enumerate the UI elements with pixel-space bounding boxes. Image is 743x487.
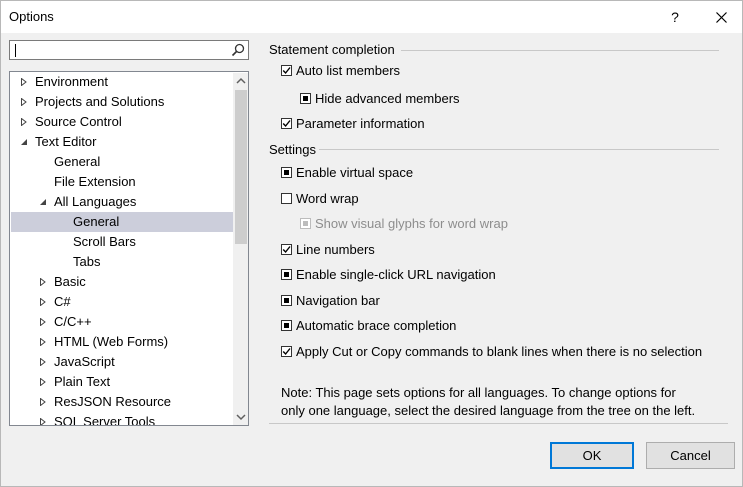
- title-bar: Options ?: [1, 1, 742, 33]
- tree-item-label: All Languages: [54, 194, 137, 209]
- expand-arrow-icon[interactable]: [39, 278, 47, 286]
- scrollbar-thumb[interactable]: [235, 90, 247, 244]
- tree-item-label: SQL Server Tools: [54, 414, 156, 426]
- enable-virtual-space-label: Enable virtual space: [296, 165, 414, 180]
- statement-completion-heading: Statement completion: [269, 42, 395, 57]
- show-visual-glyphs-label: Show visual glyphs for word wrap: [315, 216, 508, 231]
- expand-arrow-icon[interactable]: [39, 298, 47, 306]
- help-icon: ?: [671, 9, 679, 25]
- tree-item-javascript[interactable]: JavaScript: [11, 352, 233, 372]
- options-tree[interactable]: Environment Projects and Solutions Sourc…: [9, 71, 249, 426]
- tree-item-label: General: [54, 154, 101, 169]
- checkmark-icon[interactable]: [281, 118, 292, 129]
- indeterminate-checkbox-icon[interactable]: [281, 295, 292, 306]
- tree-item-all-languages[interactable]: All Languages: [11, 192, 233, 212]
- tree-item-source-control[interactable]: Source Control: [11, 112, 233, 132]
- tree-item-cpp[interactable]: C/C++: [11, 312, 233, 332]
- line-numbers-label: Line numbers: [296, 242, 375, 257]
- collapse-arrow-icon[interactable]: [20, 138, 28, 146]
- checkmark-icon[interactable]: [281, 346, 292, 357]
- help-button[interactable]: ?: [655, 1, 695, 33]
- tree-item-label: Basic: [54, 274, 86, 289]
- cancel-button[interactable]: Cancel: [646, 442, 735, 469]
- auto-list-members-label: Auto list members: [296, 63, 401, 78]
- parameter-information-label: Parameter information: [296, 116, 425, 131]
- tree-item-label: Environment: [35, 74, 108, 89]
- tree-item-all-languages-general[interactable]: General: [11, 212, 233, 232]
- divider: [269, 423, 728, 424]
- collapse-arrow-icon[interactable]: [39, 198, 47, 206]
- ok-button[interactable]: OK: [550, 442, 634, 469]
- text-caret: [15, 44, 16, 57]
- automatic-brace-label: Automatic brace completion: [296, 318, 457, 333]
- expand-arrow-icon[interactable]: [20, 118, 28, 126]
- single-click-url-label: Enable single-click URL navigation: [296, 267, 496, 282]
- tree-item-label: C/C++: [54, 314, 92, 329]
- hide-advanced-members-label: Hide advanced members: [315, 91, 460, 106]
- indeterminate-checkbox-icon[interactable]: [281, 167, 292, 178]
- tree-item-label: HTML (Web Forms): [54, 334, 169, 349]
- note-text: Note: This page sets options for all lan…: [281, 384, 721, 420]
- tree-item-general[interactable]: General: [11, 152, 233, 172]
- indeterminate-checkbox-icon[interactable]: [281, 269, 292, 280]
- expand-arrow-icon[interactable]: [39, 318, 47, 326]
- tree-item-label: Source Control: [35, 114, 122, 129]
- search-input[interactable]: [9, 40, 249, 60]
- scroll-up-icon[interactable]: [236, 76, 246, 86]
- expand-arrow-icon[interactable]: [20, 98, 28, 106]
- tree-item-plain-text[interactable]: Plain Text: [11, 372, 233, 392]
- tree-item-html-web-forms[interactable]: HTML (Web Forms): [11, 332, 233, 352]
- tree-item-text-editor[interactable]: Text Editor: [11, 132, 233, 152]
- search-icon[interactable]: [231, 43, 245, 57]
- divider: [319, 149, 719, 150]
- tree-scrollbar[interactable]: [233, 73, 248, 425]
- tree-item-label: Text Editor: [35, 134, 97, 149]
- checkmark-icon[interactable]: [281, 244, 292, 255]
- tree-item-csharp[interactable]: C#: [11, 292, 233, 312]
- settings-heading: Settings: [269, 142, 316, 157]
- expand-arrow-icon[interactable]: [39, 338, 47, 346]
- note-line-1: Note: This page sets options for all lan…: [281, 385, 676, 400]
- window-title: Options: [9, 9, 54, 24]
- checkmark-icon[interactable]: [281, 65, 292, 76]
- indeterminate-checkbox-icon: [300, 218, 311, 229]
- unchecked-checkbox-icon[interactable]: [281, 193, 292, 204]
- apply-cut-copy-label: Apply Cut or Copy commands to blank line…: [296, 344, 703, 359]
- tree-item-label: Plain Text: [54, 374, 111, 389]
- close-icon: [715, 11, 727, 23]
- tree-item-label: File Extension: [54, 174, 136, 189]
- scroll-down-icon[interactable]: [236, 412, 246, 422]
- expand-arrow-icon[interactable]: [39, 378, 47, 386]
- expand-arrow-icon[interactable]: [20, 78, 28, 86]
- tree-item-label: JavaScript: [54, 354, 115, 369]
- expand-arrow-icon[interactable]: [39, 358, 47, 366]
- tree-item-label: General: [73, 214, 120, 229]
- indeterminate-checkbox-icon[interactable]: [300, 93, 311, 104]
- tree-item-environment[interactable]: Environment: [11, 72, 233, 92]
- tree-item-scroll-bars[interactable]: Scroll Bars: [11, 232, 233, 252]
- indeterminate-checkbox-icon[interactable]: [281, 320, 292, 331]
- expand-arrow-icon[interactable]: [39, 398, 47, 406]
- tree-item-label: C#: [54, 294, 71, 309]
- tree-item-label: Tabs: [73, 254, 101, 269]
- note-line-2: only one language, select the desired la…: [281, 403, 696, 418]
- options-dialog: Options ? Environment Projects and Solut…: [0, 0, 743, 487]
- word-wrap-label: Word wrap: [296, 191, 359, 206]
- tree-item-projects-and-solutions[interactable]: Projects and Solutions: [11, 92, 233, 112]
- navigation-bar-label: Navigation bar: [296, 293, 380, 308]
- tree-item-label: ResJSON Resource: [54, 394, 172, 409]
- tree-item-label: Scroll Bars: [73, 234, 136, 249]
- tree-item-basic[interactable]: Basic: [11, 272, 233, 292]
- divider: [401, 50, 719, 51]
- tree-item-tabs[interactable]: Tabs: [11, 252, 233, 272]
- close-button[interactable]: [701, 1, 741, 33]
- tree-item-label: Projects and Solutions: [35, 94, 165, 109]
- tree-item-sql-server-tools[interactable]: SQL Server Tools: [11, 412, 233, 426]
- expand-arrow-icon[interactable]: [39, 418, 47, 426]
- tree-item-file-extension[interactable]: File Extension: [11, 172, 233, 192]
- tree-item-resjson-resource[interactable]: ResJSON Resource: [11, 392, 233, 412]
